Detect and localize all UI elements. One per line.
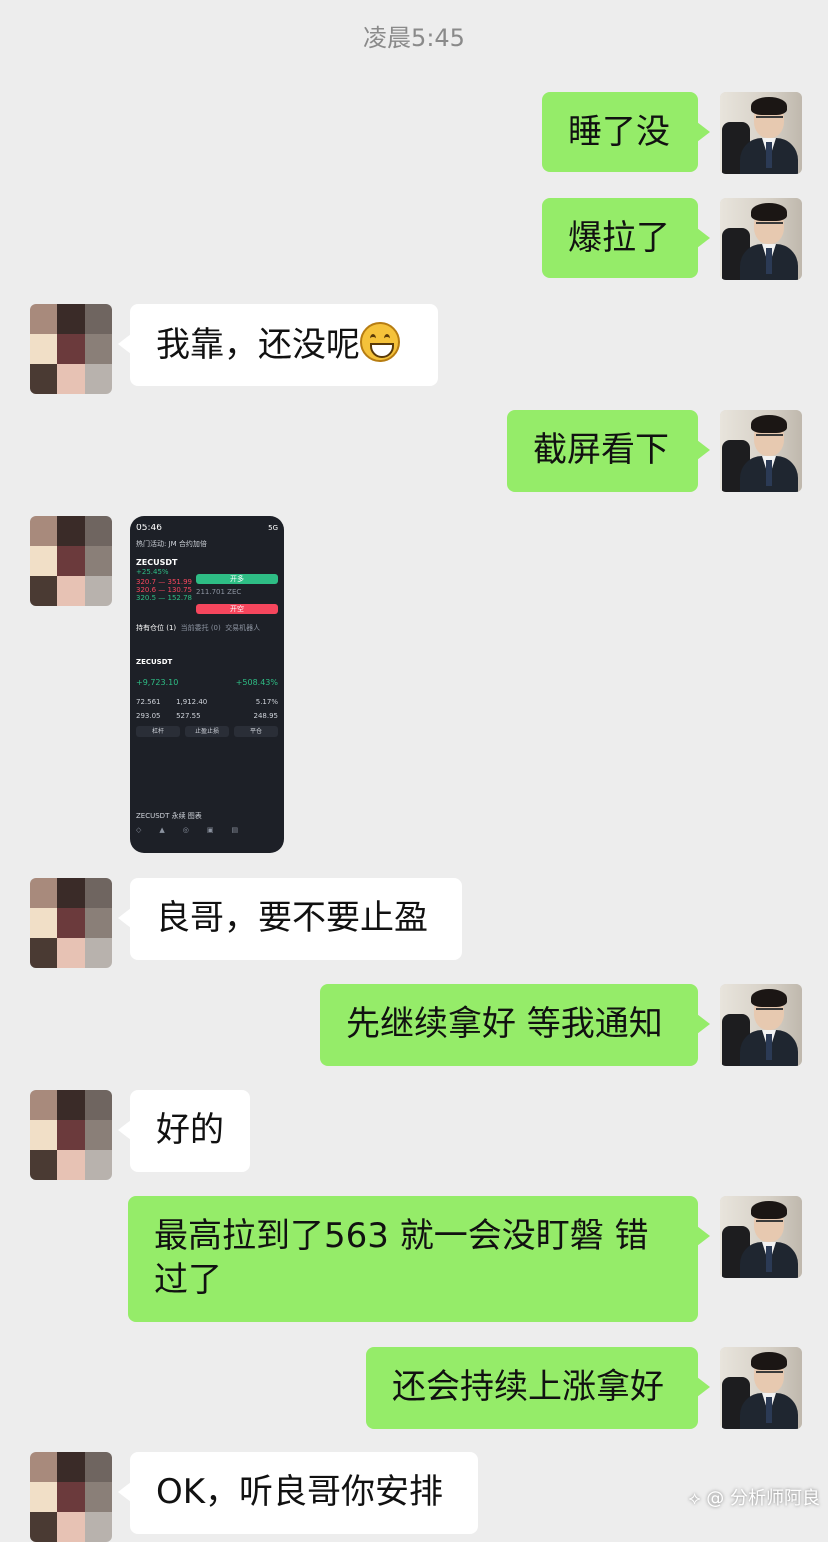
- message-bubble-sent[interactable]: 爆拉了: [542, 198, 710, 278]
- order-book: 320.7 — 351.99 320.6 — 130.75 320.5 — 152.…: [136, 578, 192, 602]
- message-bubble-sent[interactable]: 最高拉到了563 就一会没盯磐 错过了: [128, 1196, 710, 1322]
- watermark: ⟡ @ 分析师阿良: [688, 1488, 820, 1509]
- message-text: 我靠，还没呢: [156, 325, 360, 365]
- message-bubble-received[interactable]: 良哥，要不要止盈: [118, 878, 462, 960]
- message-text: 先继续拿好 等我通知: [346, 1004, 663, 1044]
- message-text: OK，听良哥你安排: [156, 1472, 444, 1512]
- my-avatar[interactable]: [720, 198, 802, 280]
- message-bubble-sent[interactable]: 还会持续上涨拿好: [366, 1347, 710, 1429]
- contact-avatar[interactable]: [30, 1090, 112, 1180]
- message-bubble-received[interactable]: OK，听良哥你安排: [118, 1452, 478, 1534]
- message-text: 良哥，要不要止盈: [156, 898, 428, 938]
- position-tabs[interactable]: 持有仓位 (1) 当前委托 (0) 交易机器人: [136, 624, 278, 633]
- message-text: 睡了没: [568, 112, 670, 152]
- position-stats-row-2: 293.05 527.55 248.95: [136, 712, 278, 720]
- tab-bots[interactable]: 交易机器人: [225, 624, 260, 632]
- message-text: 最高拉到了563 就一会没盯磐 错过了: [154, 1216, 649, 1300]
- message-bubble-received[interactable]: 我靠，还没呢: [118, 304, 438, 386]
- contact-avatar[interactable]: [30, 878, 112, 968]
- message-text: 截屏看下: [533, 430, 669, 470]
- close-position-button[interactable]: 平仓: [234, 726, 278, 737]
- my-avatar[interactable]: [720, 410, 802, 492]
- my-avatar[interactable]: [720, 1347, 802, 1429]
- roe-value: +508.43%: [235, 678, 278, 687]
- my-avatar[interactable]: [720, 1196, 802, 1278]
- open-long-button[interactable]: 开多: [196, 574, 278, 584]
- order-info: 211.701 ZEC: [196, 588, 242, 596]
- tab-positions[interactable]: 持有仓位 (1): [136, 624, 176, 632]
- status-bar-network: 5G: [268, 524, 278, 532]
- open-short-button[interactable]: 开空: [196, 604, 278, 614]
- chart-footer: ZECUSDT 永续 图表: [136, 812, 202, 820]
- message-text: 爆拉了: [568, 218, 670, 258]
- grinning-face-emoji-icon: [360, 322, 400, 362]
- image-message-trading-screenshot[interactable]: 05:46 5G 热门活动: JM 合约加倍 ZECUSDT +25.45% 3…: [130, 516, 284, 853]
- position-symbol: ZECUSDT: [136, 658, 173, 666]
- my-avatar[interactable]: [720, 984, 802, 1066]
- contact-avatar[interactable]: [30, 516, 112, 606]
- message-text: 好的: [156, 1110, 224, 1150]
- notice-banner: 热门活动: JM 合约加倍: [136, 540, 207, 548]
- contact-avatar[interactable]: [30, 304, 112, 394]
- tp-sl-button[interactable]: 止盈止损: [185, 726, 229, 737]
- chat-timestamp: 凌晨5:45: [363, 24, 465, 52]
- message-bubble-sent[interactable]: 截屏看下: [507, 410, 710, 492]
- message-text: 还会持续上涨拿好: [392, 1367, 664, 1407]
- pair-symbol: ZECUSDT: [136, 558, 178, 567]
- tab-orders[interactable]: 当前委托 (0): [181, 624, 221, 632]
- message-bubble-received[interactable]: 好的: [118, 1090, 250, 1172]
- leverage-button[interactable]: 杠杆: [136, 726, 180, 737]
- my-avatar[interactable]: [720, 92, 802, 174]
- bottom-nav-icons: ◇▲◎▣▤: [136, 826, 257, 834]
- message-bubble-sent[interactable]: 先继续拿好 等我通知: [320, 984, 710, 1066]
- position-stats-row-1: 72.561 1,912.40 5.17%: [136, 698, 278, 706]
- message-bubble-sent[interactable]: 睡了没: [542, 92, 710, 172]
- contact-avatar[interactable]: [30, 1452, 112, 1542]
